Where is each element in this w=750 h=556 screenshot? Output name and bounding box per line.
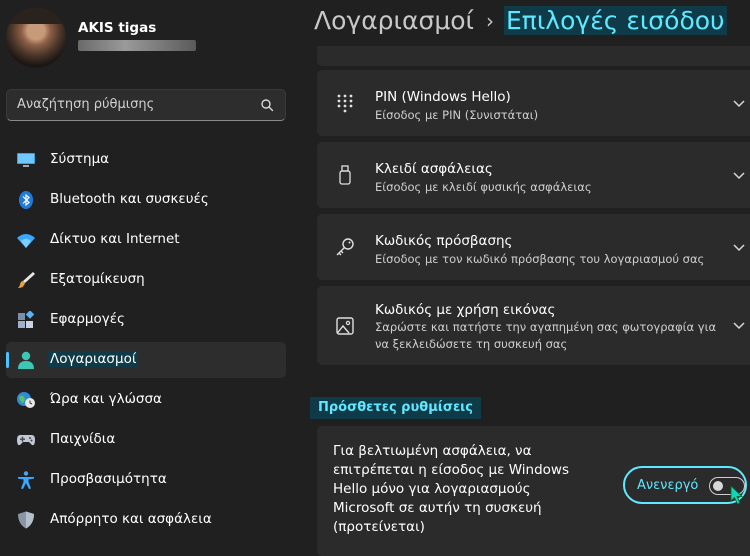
sidebar-item-label: Προσβασιμότητα — [50, 471, 167, 487]
wifi-icon — [17, 234, 35, 248]
bluetooth-icon — [19, 191, 33, 209]
chevron-down-icon[interactable] — [732, 243, 746, 253]
windows-hello-only-setting: Για βελτιωμένη ασφάλεια, να επιτρέπεται … — [317, 426, 750, 556]
sidebar-item-label: Bluetooth και συσκευές — [50, 191, 209, 207]
sidebar-item-label: Απόρρητο και ασφάλεια — [50, 511, 212, 527]
avatar — [6, 8, 66, 68]
toggle-state-label: Ανενεργό — [637, 478, 699, 493]
option-title: Κωδικός με χρήση εικόνας — [375, 302, 556, 318]
accessibility-icon — [18, 471, 34, 489]
person-icon — [18, 351, 34, 369]
option-security-key[interactable]: Κλειδί ασφάλειας Είσοδος με κλειδί φυσικ… — [317, 142, 750, 208]
sidebar-item-privacy-security[interactable]: Απόρρητο και ασφάλεια — [6, 502, 286, 538]
picture-icon — [336, 317, 354, 335]
breadcrumb: Λογαριασμοί › Επιλογές εισόδου — [314, 6, 727, 42]
key-icon — [336, 238, 354, 256]
option-title: Κλειδί ασφάλειας — [375, 161, 493, 177]
option-title: PIN (Windows Hello) — [375, 89, 511, 105]
option-title: Κωδικός πρόσβασης — [375, 233, 513, 249]
chevron-down-icon[interactable] — [732, 171, 746, 181]
sidebar-item-personalization[interactable]: Εξατομίκευση — [6, 262, 286, 298]
sidebar-item-bluetooth[interactable]: Bluetooth και συσκευές — [6, 182, 286, 218]
shield-icon — [18, 511, 34, 529]
sidebar-item-label: Εξατομίκευση — [50, 271, 145, 287]
sidebar-item-apps[interactable]: Εφαρμογές — [6, 302, 286, 338]
monitor-icon — [17, 153, 35, 167]
option-description: Σαρώστε και πατήστε την αγαπημένη σας φω… — [375, 320, 717, 351]
sidebar-item-label: Σύστημα — [50, 151, 110, 167]
option-description: Είσοδος με τον κωδικό πρόσβασης του λογα… — [375, 252, 705, 266]
option-password[interactable]: Κωδικός πρόσβασης Είσοδος με τον κωδικό … — [317, 214, 750, 280]
option-description: Είσοδος με κλειδί φυσικής ασφάλειας — [375, 180, 592, 194]
globe-clock-icon — [17, 392, 35, 408]
search-icon — [261, 99, 274, 112]
sidebar-item-accessibility[interactable]: Προσβασιμότητα — [6, 462, 286, 498]
keypad-icon — [337, 94, 353, 113]
sidebar-item-system[interactable]: Σύστημα — [6, 142, 286, 178]
search-input[interactable]: Αναζήτηση ρύθμισης — [17, 97, 154, 112]
sidebar-nav: Σύστημα Bluetooth και συσκευές Δίκτυο κα… — [6, 142, 286, 542]
breadcrumb-parent[interactable]: Λογαριασμοί — [314, 6, 474, 35]
sidebar: AKIS tigas Αναζήτηση ρύθμισης Σύστημα Bl… — [0, 0, 300, 540]
section-title-additional-settings: Πρόσθετες ρυθμίσεις — [310, 397, 481, 419]
option-picture-password[interactable]: Κωδικός με χρήση εικόνας Σαρώστε και πατ… — [317, 286, 750, 365]
toggle-knob — [713, 480, 723, 491]
previous-option-card-partial — [317, 46, 750, 66]
chevron-down-icon[interactable] — [732, 321, 746, 331]
apps-icon — [18, 311, 35, 328]
sidebar-item-label: Παιχνίδια — [50, 431, 116, 447]
sidebar-item-gaming[interactable]: Παιχνίδια — [6, 422, 286, 458]
breadcrumb-separator: › — [486, 8, 494, 33]
chevron-down-icon[interactable] — [732, 99, 746, 109]
sidebar-item-label: Λογαριασμοί — [48, 351, 139, 367]
sidebar-item-time-language[interactable]: Ώρα και γλώσσα — [6, 382, 286, 418]
page-title: Επιλογές εισόδου — [504, 6, 727, 35]
search-box[interactable]: Αναζήτηση ρύθμισης — [6, 89, 286, 121]
gamepad-icon — [17, 435, 35, 446]
usb-key-icon — [339, 165, 351, 185]
sidebar-item-label: Εφαρμογές — [50, 311, 125, 327]
setting-description: Για βελτιωμένη ασφάλεια, να επιτρέπεται … — [333, 443, 569, 535]
toggle-highlight[interactable]: Ανενεργό — [623, 466, 747, 504]
sidebar-item-label: Ώρα και γλώσσα — [50, 391, 162, 407]
sidebar-item-accounts[interactable]: Λογαριασμοί — [6, 342, 286, 378]
profile-email-redacted — [78, 40, 196, 51]
profile-name: AKIS tigas — [78, 20, 157, 36]
user-profile[interactable]: AKIS tigas — [6, 8, 296, 68]
sidebar-item-network[interactable]: Δίκτυο και Internet — [6, 222, 286, 258]
option-description: Είσοδος με PIN (Συνιστάται) — [375, 108, 539, 122]
sidebar-item-label: Δίκτυο και Internet — [50, 231, 180, 247]
option-pin[interactable]: PIN (Windows Hello) Είσοδος με PIN (Συνι… — [317, 70, 750, 136]
brush-icon — [18, 272, 35, 288]
mouse-cursor-icon — [730, 485, 743, 505]
